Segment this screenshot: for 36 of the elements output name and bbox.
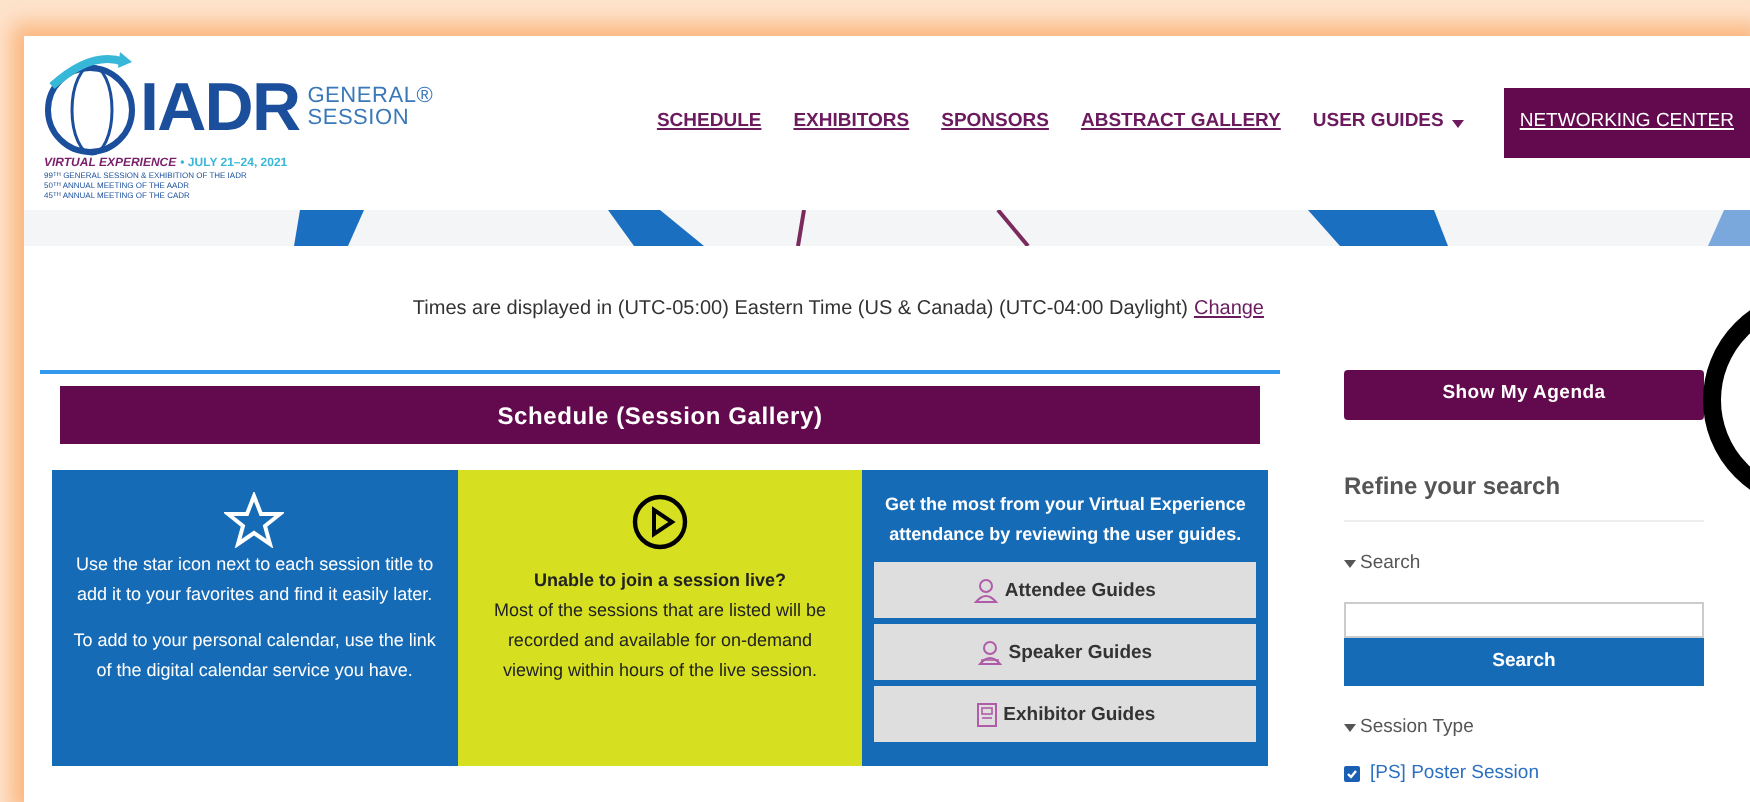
person-icon <box>978 639 1003 665</box>
nav-link[interactable]: SCHEDULE <box>656 108 762 138</box>
nav-link[interactable]: ABSTRACT GALLERY <box>1080 108 1281 138</box>
timezone-text: Times are displayed in (UTC-05:00) Eastern Time (US & Canada) (UTC-04:00 Daylight) <box>412 295 1188 323</box>
guide-button[interactable]: Attendee Guides <box>874 562 1256 618</box>
panel-text: To add to your personal calendar, use the link of the digital calendar service you have. <box>71 628 438 684</box>
caret-icon <box>1344 560 1356 569</box>
caret-icon <box>1344 724 1356 733</box>
change-link[interactable]: Change <box>1193 293 1264 323</box>
panel-text: Most of the sessions that are listed will be recorded and available for on-demand viewing within hours of the live session. <box>491 598 829 684</box>
sidebar-heading: Refine your search <box>1344 468 1704 522</box>
nav-link[interactable]: EXHIBITORS <box>793 108 910 138</box>
nav-dropdown[interactable]: USER GUIDES <box>1312 108 1464 138</box>
section-toggle[interactable]: Search <box>1344 550 1704 579</box>
panel-heading: Get the most from your Virtual Experience attendance by reviewing the user guides. <box>882 492 1248 548</box>
section-title-bar: Schedule (Session Gallery) <box>60 386 1260 444</box>
panel-text: Use the star icon next to each session title to add it to your favorites and find it easily later. <box>74 552 436 608</box>
caret-icon <box>1451 119 1464 127</box>
search-field[interactable] <box>1344 602 1704 639</box>
option-label[interactable]: [PS] Poster Session <box>1370 759 1539 788</box>
section-toggle[interactable]: Session Type <box>1344 714 1704 743</box>
logo-wordmark: IADR <box>140 74 300 142</box>
panel-heading: Unable to join a session live? <box>533 568 786 594</box>
agenda-button[interactable]: Show My Agenda <box>1344 370 1704 420</box>
play-icon <box>631 494 688 550</box>
search-button[interactable]: Search <box>1344 638 1704 687</box>
networking-button[interactable]: NETWORKING CENTER <box>1503 88 1750 158</box>
guide-button[interactable]: Exhibitor Guides <box>874 686 1256 742</box>
booth-icon <box>975 701 998 727</box>
star-icon <box>224 492 285 548</box>
nav-link[interactable]: SPONSORS <box>941 108 1049 138</box>
checkbox[interactable] <box>1344 765 1360 782</box>
person-icon <box>974 577 999 603</box>
logo-title: SESSION <box>307 108 412 130</box>
guide-button[interactable]: Speaker Guides <box>874 624 1256 680</box>
logo-title: GENERAL® <box>307 86 434 108</box>
